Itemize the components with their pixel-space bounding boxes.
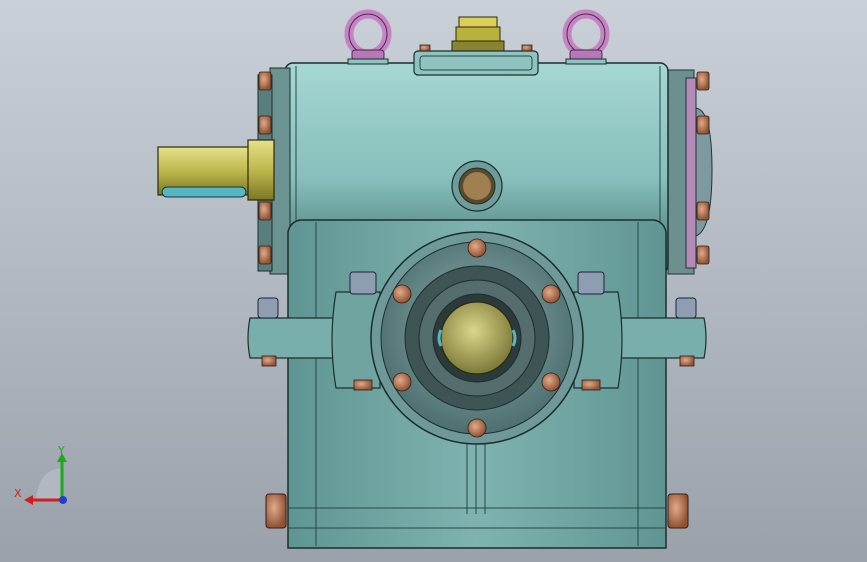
z-axis-dot (59, 496, 67, 504)
sight-glass (451, 160, 503, 212)
gearbox-model-view[interactable]: Y X (0, 0, 867, 562)
input-shaft (157, 139, 275, 201)
x-axis-label: X (14, 487, 22, 500)
y-axis-label: Y (57, 444, 65, 457)
cad-viewport[interactable]: Y X (0, 0, 867, 562)
breather-plug (451, 16, 505, 52)
